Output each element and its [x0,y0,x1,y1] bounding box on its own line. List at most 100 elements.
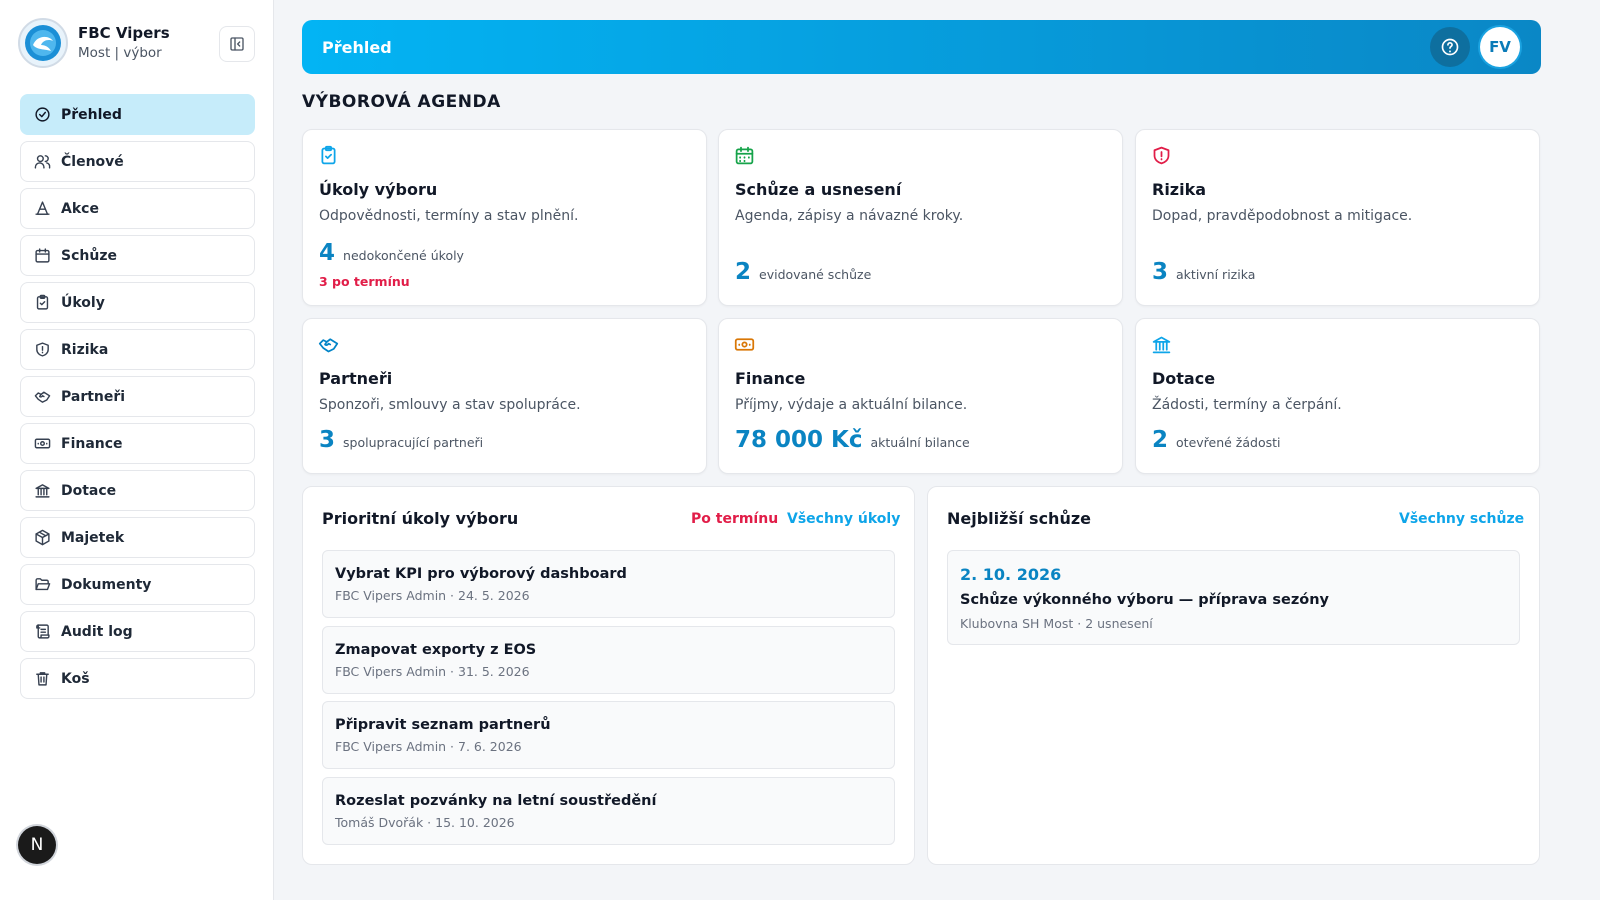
nav-item-schuze[interactable]: Schůze [20,235,255,276]
metric-value: 3 [319,427,336,453]
card-metric: 2 otevřené žádosti [1152,427,1280,453]
users-icon [33,153,51,171]
task-item[interactable]: Zmapovat exporty z EOS FBC Vipers Admin … [322,626,895,694]
card-description: Sponzoři, smlouvy a stav spolupráce. [319,397,581,413]
package-icon [33,529,51,547]
nav-item-clenove[interactable]: Členové [20,141,255,182]
shield-alert-icon [33,341,51,359]
card-metric: 3 spolupracující partneři [319,427,483,453]
club-name: FBC Vipers [78,24,170,42]
nav-item-ukoly[interactable]: Úkoly [20,282,255,323]
scroll-icon [33,623,51,641]
nav-label: Přehled [61,106,122,123]
metric-label: otevřené žádosti [1176,435,1281,450]
handshake-icon [318,334,340,356]
nav-item-rizika[interactable]: Rizika [20,329,255,370]
nav-label: Koš [61,670,90,687]
card-title: Dotace [1152,369,1216,388]
meeting-meta: Klubovna SH Most · 2 usnesení [960,616,1153,631]
cone-icon [33,200,51,218]
card-ukoly-vyboru[interactable]: Úkoly výboru Odpovědnosti, termíny a sta… [302,129,707,306]
task-meta: FBC Vipers Admin · 31. 5. 2026 [335,664,530,679]
nav-item-kos[interactable]: Koš [20,658,255,699]
top-bar: Přehled FV [302,20,1541,74]
card-partneri[interactable]: Partneři Sponzoři, smlouvy a stav spolup… [302,318,707,474]
dev-tools-badge[interactable]: N [18,826,56,864]
nav-label: Dokumenty [61,576,152,593]
clipboard-check-icon [318,145,340,167]
meeting-title: Schůze výkonného výboru — příprava sezón… [960,592,1329,608]
nav-item-partneri[interactable]: Partneři [20,376,255,417]
all-meetings-link[interactable]: Všechny schůze [1399,511,1524,527]
nav-item-dokumenty[interactable]: Dokumenty [20,564,255,605]
club-subtitle: Most | výbor [78,45,162,61]
card-dotace[interactable]: Dotace Žádosti, termíny a čerpání. 2 ote… [1135,318,1540,474]
metric-value: 2 [1152,427,1169,453]
task-meta: FBC Vipers Admin · 24. 5. 2026 [335,588,530,603]
metric-value: 2 [735,259,752,285]
help-button[interactable] [1430,27,1470,67]
check-circle-icon [33,106,51,124]
meeting-item[interactable]: 2. 10. 2026 Schůze výkonného výboru — př… [947,550,1520,645]
nav-label: Majetek [61,529,125,546]
card-finance[interactable]: Finance Příjmy, výdaje a aktuální bilanc… [718,318,1123,474]
calendar-icon [33,247,51,265]
task-title: Vybrat KPI pro výborový dashboard [335,566,627,582]
nav-label: Rizika [61,341,109,358]
task-item[interactable]: Připravit seznam partnerů FBC Vipers Adm… [322,701,895,769]
metric-label: aktuální bilance [870,435,970,450]
nav-label: Audit log [61,623,133,640]
collapse-sidebar-button[interactable] [219,26,255,62]
banknote-icon [734,334,756,356]
calendar-icon [734,145,756,167]
card-rizika[interactable]: Rizika Dopad, pravděpodobnost a mitigace… [1135,129,1540,306]
nav-item-finance[interactable]: Finance [20,423,255,464]
help-circle-icon [1440,37,1460,57]
nav-label: Partneři [61,388,126,405]
task-title: Zmapovat exporty z EOS [335,642,537,658]
shield-alert-icon [1151,145,1173,167]
club-logo [18,18,68,68]
priority-tasks-panel: Prioritní úkoly výboru Po termínu Všechn… [302,486,915,865]
nav-item-prehled[interactable]: Přehled [20,94,255,135]
main-nav: Přehled Členové Akce Schůze Úkoly Rizika… [20,94,255,705]
metric-value: 3 [1152,259,1169,285]
card-description: Příjmy, výdaje a aktuální bilance. [735,397,968,413]
card-schuze-a-usneseni[interactable]: Schůze a usnesení Agenda, zápisy a návaz… [718,129,1123,306]
nav-label: Finance [61,435,123,452]
task-title: Připravit seznam partnerů [335,717,551,733]
nav-label: Členové [61,153,124,170]
banknote-icon [33,435,51,453]
metric-value: 78 000 Kč [735,427,863,453]
nav-item-akce[interactable]: Akce [20,188,255,229]
overdue-tasks-link[interactable]: Po termínu [691,511,778,527]
task-item[interactable]: Vybrat KPI pro výborový dashboard FBC Vi… [322,550,895,618]
nav-item-dotace[interactable]: Dotace [20,470,255,511]
card-title: Schůze a usnesení [735,180,902,199]
card-title: Partneři [319,369,393,388]
card-description: Odpovědnosti, termíny a stav plnění. [319,208,579,224]
user-avatar[interactable]: FV [1480,27,1520,67]
card-description: Žádosti, termíny a čerpání. [1152,397,1342,413]
metric-label: evidované schůze [759,267,872,282]
card-title: Rizika [1152,180,1207,199]
task-item[interactable]: Rozeslat pozvánky na letní soustředění T… [322,777,895,845]
task-title: Rozeslat pozvánky na letní soustředění [335,793,657,809]
all-tasks-link[interactable]: Všechny úkoly [787,511,900,527]
metric-label: aktivní rizika [1176,267,1256,282]
handshake-icon [33,388,51,406]
panel-title: Prioritní úkoly výboru [322,509,519,528]
trash-icon [33,670,51,688]
nav-item-majetek[interactable]: Majetek [20,517,255,558]
sidebar: FBC Vipers Most | výbor Přehled Členové … [0,0,274,900]
brand[interactable]: FBC Vipers Most | výbor [18,18,170,68]
card-title: Finance [735,369,806,388]
upcoming-meetings-panel: Nejbližší schůze Všechny schůze 2. 10. 2… [927,486,1540,865]
metric-label: nedokončené úkoly [343,248,464,263]
card-description: Dopad, pravděpodobnost a mitigace. [1152,208,1413,224]
card-description: Agenda, zápisy a návazné kroky. [735,208,964,224]
sidebar-collapse-icon [229,36,245,52]
nav-item-audit-log[interactable]: Audit log [20,611,255,652]
card-metric: 78 000 Kč aktuální bilance [735,427,970,453]
section-title: VÝBOROVÁ AGENDA [302,92,501,112]
